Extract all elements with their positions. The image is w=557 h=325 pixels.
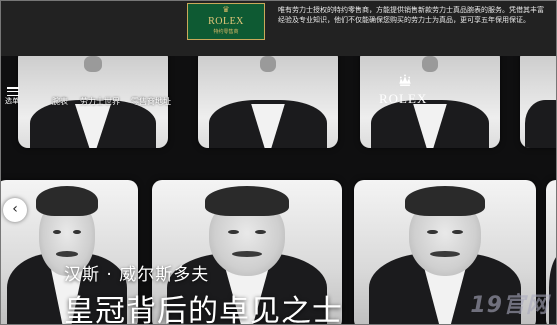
badge-subtitle: 特约零售商 bbox=[213, 29, 239, 35]
nav-link-retailer-locator[interactable]: 零售商地址 bbox=[131, 96, 171, 107]
main-nav: 选单 腕表 劳力士世界 零售商地址 ROLEX bbox=[0, 56, 557, 116]
site-watermark: 19官网 bbox=[470, 293, 549, 318]
rolex-crown-icon bbox=[399, 74, 411, 86]
carousel-prev-button[interactable]: ‹ bbox=[3, 198, 27, 222]
official-retailer-badge[interactable]: ♛ ROLEX 特约零售商 bbox=[187, 3, 265, 40]
nav-link-watches[interactable]: 腕表 bbox=[52, 96, 68, 107]
dealer-banner-text: 唯有劳力士授权的特约零售商，方能提供销售新款劳力士真品腕表的服务。凭借其丰富经验… bbox=[278, 6, 544, 24]
badge-brand: ROLEX bbox=[208, 16, 244, 27]
dealer-banner: ♛ ROLEX 特约零售商 唯有劳力士授权的特约零售商，方能提供销售新款劳力士真… bbox=[0, 0, 557, 56]
hamburger-menu-icon[interactable] bbox=[7, 87, 19, 97]
hero-title: 皇冠背后的卓见之士 bbox=[64, 294, 343, 325]
crown-icon: ♛ bbox=[222, 5, 230, 14]
rolex-logo[interactable]: ROLEX bbox=[379, 91, 427, 107]
hero-subtitle: 汉斯 · 威尔斯多夫 bbox=[64, 265, 210, 285]
menu-label[interactable]: 选单 bbox=[5, 96, 19, 106]
nav-link-rolex-world[interactable]: 劳力士世界 bbox=[80, 96, 120, 107]
